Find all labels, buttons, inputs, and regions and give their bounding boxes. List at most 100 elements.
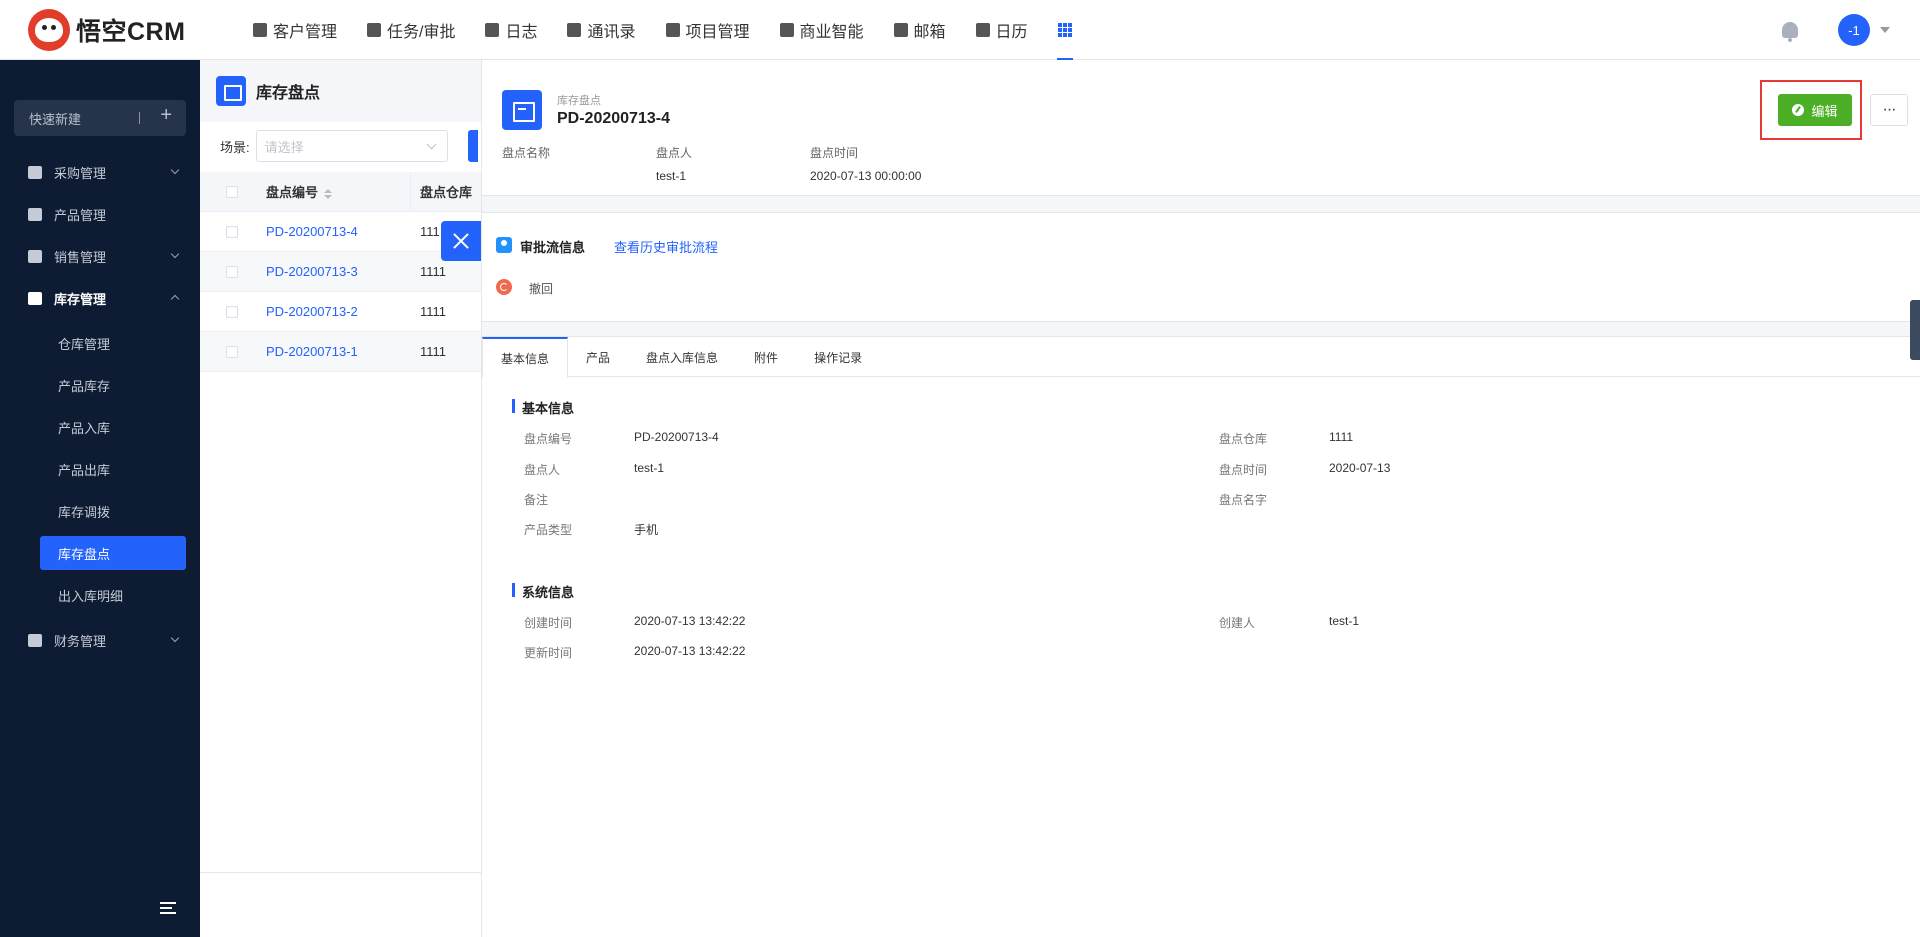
more-button[interactable]: ··· <box>1870 94 1908 126</box>
tab-operation-log[interactable]: 操作记录 <box>796 337 880 377</box>
detail-title: PD-20200713-4 <box>557 110 670 127</box>
sort-icon[interactable] <box>324 188 333 199</box>
nav-label: 通讯录 <box>587 23 636 41</box>
sidebar-subitem-stock-in[interactable]: 产品入库 <box>40 410 186 444</box>
nav-calendar[interactable]: 日历 <box>961 0 1043 60</box>
meta-label: 盘点名称 <box>502 146 551 160</box>
action-button-edge[interactable] <box>467 130 478 162</box>
logo[interactable]: 悟空CRM <box>28 8 218 51</box>
sidebar-subitem-stock-out[interactable]: 产品出库 <box>40 452 186 486</box>
scene-filter: 场景: 请选择 <box>220 130 478 162</box>
scene-select[interactable]: 请选择 <box>255 130 448 162</box>
list-panel: 库存盘点 场景: 请选择 盘点编号 盘点仓库 PD-20200713-4 111… <box>200 60 482 937</box>
table-row[interactable]: PD-20200713-1 1111 <box>200 332 482 372</box>
close-drawer-button[interactable] <box>441 221 481 261</box>
row-checkbox[interactable] <box>226 265 238 278</box>
nav-mail[interactable]: 邮箱 <box>879 0 961 60</box>
sidebar-subitem-stocktake[interactable]: 库存盘点 <box>40 536 186 570</box>
row-code-link[interactable]: PD-20200713-2 <box>266 304 358 319</box>
top-navbar: 悟空CRM 客户管理 任务/审批 日志 通讯录 项目管理 商业智能 邮箱 日历 … <box>0 0 1920 60</box>
row-checkbox[interactable] <box>226 305 238 318</box>
row-checkbox[interactable] <box>226 225 238 238</box>
field-value: 2020-07-13 13:42:22 <box>634 644 746 658</box>
select-all-checkbox[interactable] <box>226 185 238 198</box>
sidebar-item-finance[interactable]: 财务管理 <box>0 620 200 660</box>
row-warehouse: 1111 <box>420 264 447 279</box>
sidebar-item-sales[interactable]: 销售管理 <box>0 236 200 276</box>
select-placeholder: 请选择 <box>264 139 304 155</box>
meta-value: test-1 <box>656 169 687 183</box>
edit-button[interactable]: 编辑 <box>1778 94 1852 126</box>
table-row[interactable]: PD-20200713-4 111 <box>200 212 482 252</box>
side-scroll-handle[interactable] <box>1910 300 1920 360</box>
logo-text: 悟空CRM <box>76 17 186 46</box>
sidebar-subitem-warehouse[interactable]: 仓库管理 <box>40 326 186 360</box>
customer-icon <box>253 22 267 37</box>
plus-icon[interactable]: + <box>160 104 172 127</box>
table-row[interactable]: PD-20200713-2 1111 <box>200 292 482 332</box>
column-header-code[interactable]: 盘点编号 <box>266 182 333 201</box>
chevron-down-icon <box>170 249 180 259</box>
field-label: 盘点编号 <box>524 432 573 446</box>
sidebar: 快速新建 + 采购管理 产品管理 销售管理 库存管理 仓库管理 产品库存 产品入… <box>0 60 200 937</box>
contacts-icon <box>567 22 582 37</box>
sidebar-item-product[interactable]: 产品管理 <box>0 194 200 234</box>
divider <box>200 872 482 873</box>
sidebar-item-purchase[interactable]: 采购管理 <box>0 152 200 192</box>
row-code-link[interactable]: PD-20200713-1 <box>266 344 358 359</box>
briefcase-icon <box>367 22 382 37</box>
column-divider <box>410 172 411 212</box>
sidebar-item-label: 采购管理 <box>54 165 107 181</box>
sidebar-subitem-product-stock[interactable]: 产品库存 <box>40 368 186 402</box>
nav-label: 日历 <box>995 23 1028 41</box>
approval-title: 审批流信息 <box>520 240 586 255</box>
row-checkbox[interactable] <box>226 345 238 358</box>
sidebar-subitem-transfer[interactable]: 库存调拨 <box>40 494 186 528</box>
edit-icon <box>1792 104 1805 116</box>
sidebar-item-label: 销售管理 <box>54 249 107 265</box>
nav-label: 邮箱 <box>913 23 946 41</box>
calendar-icon <box>975 22 990 37</box>
nav-label: 项目管理 <box>685 23 750 41</box>
tab-basic-info[interactable]: 基本信息 <box>482 337 569 378</box>
nav-business-intelligence[interactable]: 商业智能 <box>765 0 879 60</box>
chevron-down-icon <box>170 633 180 643</box>
nav-log[interactable]: 日志 <box>470 0 552 60</box>
bell-icon[interactable] <box>1782 22 1798 42</box>
field-label: 创建时间 <box>524 616 573 630</box>
revoke-icon[interactable] <box>496 279 512 295</box>
meta-label: 盘点时间 <box>810 146 859 160</box>
nav-customer-management[interactable]: 客户管理 <box>238 0 352 60</box>
mail-icon <box>893 22 908 37</box>
row-code-link[interactable]: PD-20200713-3 <box>266 264 358 279</box>
field-value: test-1 <box>1329 614 1360 628</box>
divider <box>139 112 140 124</box>
nav-apps[interactable] <box>1043 0 1087 60</box>
meta-value <box>502 169 550 183</box>
detail-tabs-panel: 基本信息 产品 盘点入库信息 附件 操作记录 基本信息 盘点编号 PD-2020… <box>482 336 1920 937</box>
approval-history-link[interactable]: 查看历史审批流程 <box>614 237 718 256</box>
quick-create-button[interactable]: 快速新建 + <box>14 100 186 136</box>
edit-label: 编辑 <box>1811 103 1838 119</box>
column-header-warehouse[interactable]: 盘点仓库 <box>420 182 472 201</box>
collapse-sidebar-icon[interactable] <box>160 902 182 918</box>
avatar[interactable]: -1 <box>1838 14 1870 46</box>
sidebar-subitem-stock-detail[interactable]: 出入库明细 <box>40 578 186 612</box>
row-code-link[interactable]: PD-20200713-4 <box>266 224 358 239</box>
nav-label: 客户管理 <box>273 23 338 41</box>
user-area: -1 <box>1782 0 1890 60</box>
nav-tasks-approval[interactable]: 任务/审批 <box>352 0 470 60</box>
section-title-basic: 基本信息 <box>512 398 574 417</box>
filter-label: 场景: <box>220 139 250 155</box>
revoke-button[interactable]: 撤回 <box>529 280 553 297</box>
sidebar-item-inventory[interactable]: 库存管理 <box>0 278 200 318</box>
tab-attachments[interactable]: 附件 <box>736 337 796 377</box>
tab-stocktake-in[interactable]: 盘点入库信息 <box>628 337 736 377</box>
nav-contacts[interactable]: 通讯录 <box>552 0 650 60</box>
table-row[interactable]: PD-20200713-3 1111 <box>200 252 482 292</box>
field-value: test-1 <box>634 461 665 475</box>
meta-name: 盘点名称 <box>502 144 550 183</box>
tab-products[interactable]: 产品 <box>568 337 628 377</box>
chevron-down-icon[interactable] <box>1880 27 1890 33</box>
nav-project-management[interactable]: 项目管理 <box>651 0 765 60</box>
